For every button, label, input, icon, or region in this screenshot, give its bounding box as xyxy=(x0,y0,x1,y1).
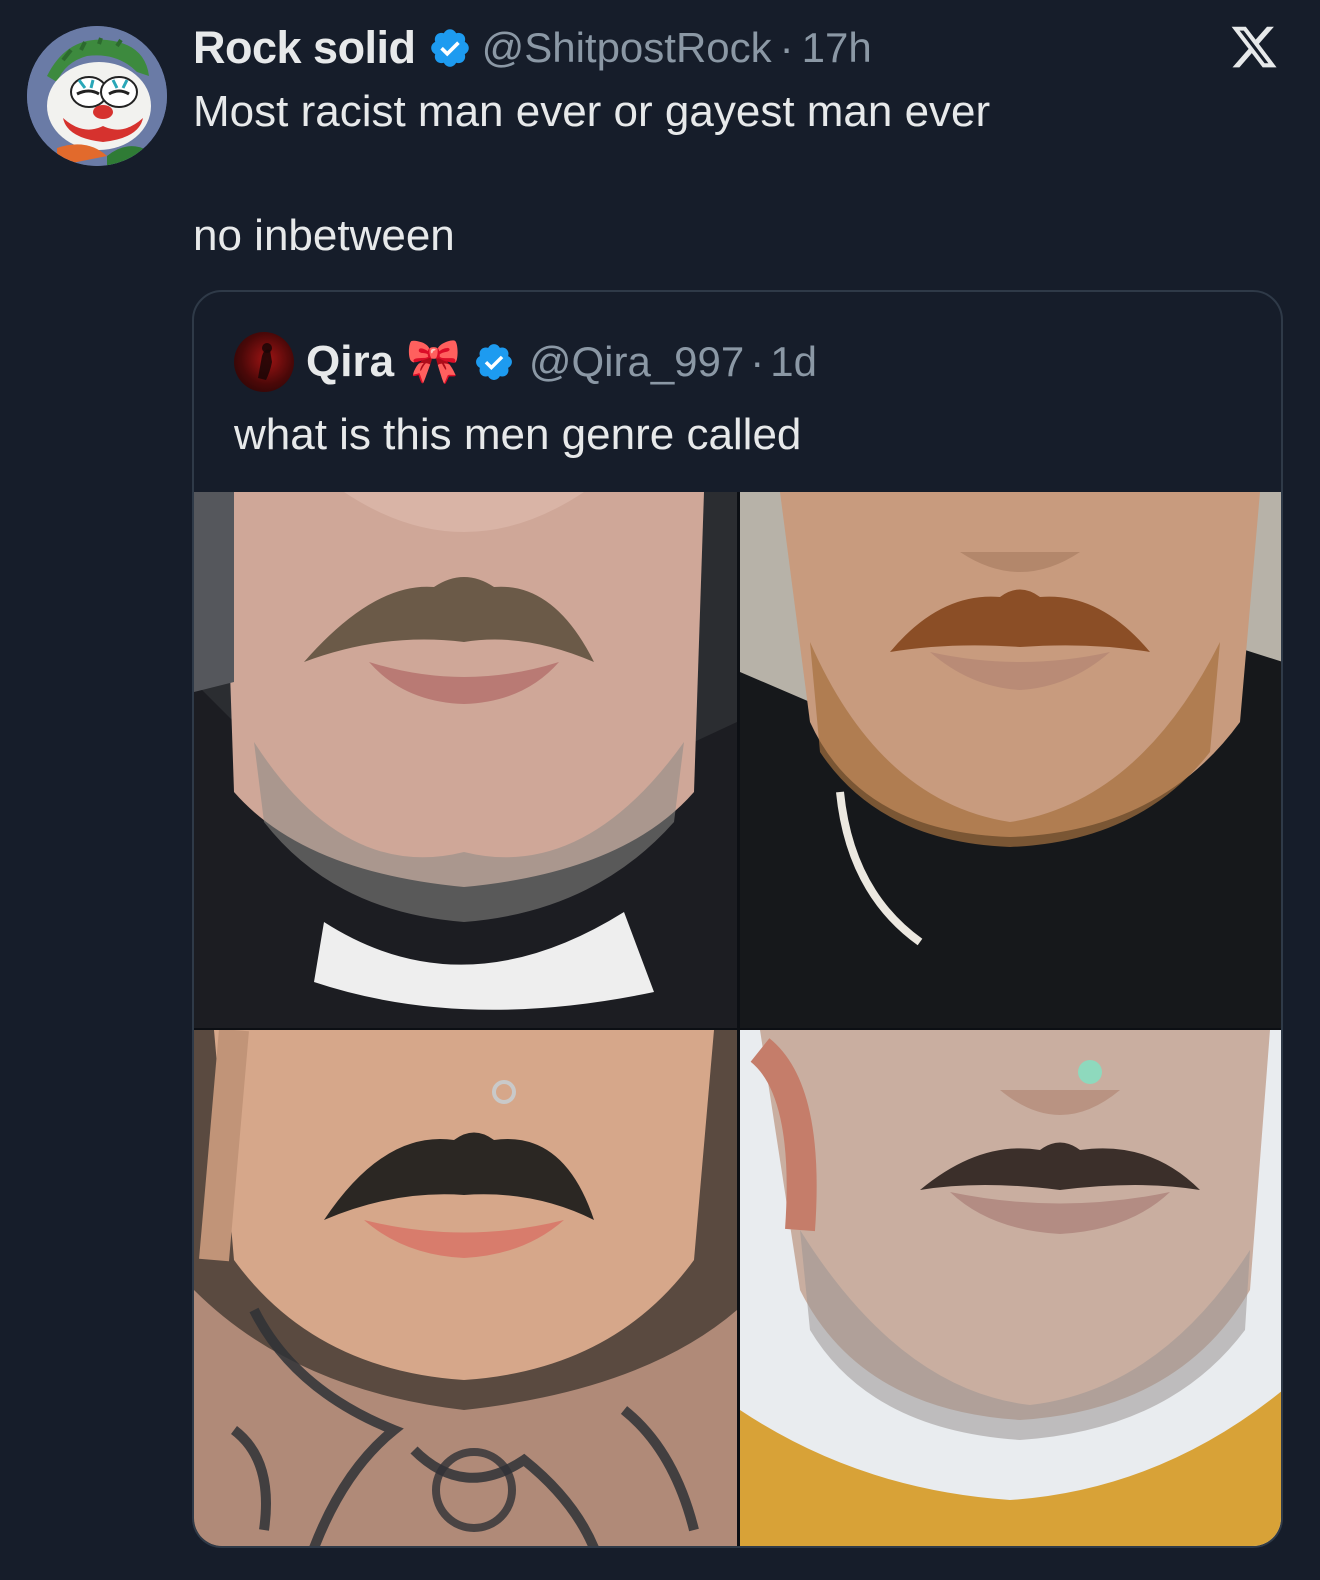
photo-mustache-2[interactable] xyxy=(740,492,1281,1028)
tweet-header: Rock solid @ShitpostRock · 17h xyxy=(193,20,872,76)
tweet-text-line-1: Most racist man ever or gayest man ever xyxy=(193,87,991,136)
photo-mustache-1[interactable] xyxy=(194,492,737,1028)
quoted-author-name[interactable]: Qira xyxy=(306,337,394,387)
tweet-text: Most racist man ever or gayest man ever … xyxy=(193,86,991,260)
verified-badge-icon[interactable] xyxy=(473,341,515,383)
tweet-text-line-2: no inbetween xyxy=(193,211,455,260)
author-avatar[interactable] xyxy=(27,26,167,166)
tweet-timestamp[interactable]: 17h xyxy=(802,24,872,71)
photo-mustache-3[interactable] xyxy=(194,1030,737,1546)
quoted-author-handle[interactable]: @Qira_997 xyxy=(529,338,744,385)
quoted-tweet-timestamp[interactable]: 1d xyxy=(770,338,817,385)
quoted-author-avatar[interactable] xyxy=(234,332,294,392)
author-handle[interactable]: @ShitpostRock xyxy=(482,24,772,71)
meta-separator: · xyxy=(779,24,794,71)
quoted-tweet-header: Qira 🎀 @Qira_997 · 1d xyxy=(234,332,817,392)
quoted-tweet[interactable]: Qira 🎀 @Qira_997 · 1d what is this men gen… xyxy=(192,290,1283,1548)
tweet-meta: @ShitpostRock · 17h xyxy=(482,24,872,72)
tweet: Rock solid @ShitpostRock · 17h Most racist… xyxy=(0,0,1320,1580)
verified-badge-icon[interactable] xyxy=(428,26,472,70)
author-name[interactable]: Rock solid xyxy=(193,22,416,74)
photo-mustache-4[interactable] xyxy=(740,1030,1281,1546)
x-logo-icon xyxy=(1228,22,1280,72)
meta-separator: · xyxy=(750,338,765,385)
quoted-tweet-text: what is this men genre called xyxy=(234,410,802,459)
clown-cat-avatar-icon xyxy=(27,26,167,166)
media-grid xyxy=(194,492,1281,1546)
ribbon-icon: 🎀 xyxy=(406,337,461,386)
quoted-tweet-meta: @Qira_997 · 1d xyxy=(529,338,817,386)
